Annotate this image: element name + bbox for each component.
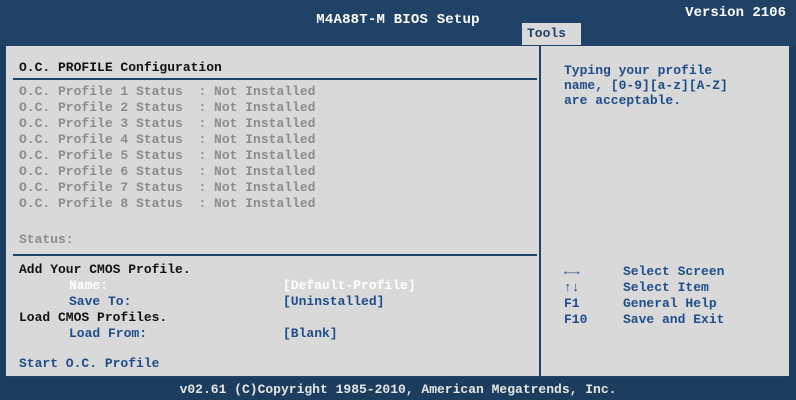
section-separator bbox=[13, 78, 537, 80]
profile-5-status: O.C. Profile 5 Status : Not Installed bbox=[19, 148, 316, 163]
load-from-value[interactable]: [Blank] bbox=[283, 326, 338, 342]
add-profile-heading: Add Your CMOS Profile. bbox=[19, 262, 191, 277]
up-down-arrow-key: ↑↓ bbox=[564, 280, 580, 295]
help-description: Typing your profile name, [0-9][a-z][A-Z… bbox=[564, 63, 728, 108]
tab-tools[interactable]: Tools bbox=[522, 23, 581, 45]
f1-key: F1 bbox=[564, 296, 580, 311]
f10-key: F10 bbox=[564, 312, 588, 327]
load-profiles-heading: Load CMOS Profiles. bbox=[19, 310, 168, 325]
bios-screen: M4A88T-M BIOS Setup Version 2106 Tools O… bbox=[0, 0, 796, 400]
copyright-text: v02.61 (C)Copyright 1985-2010, American … bbox=[179, 382, 617, 397]
profile-8-status: O.C. Profile 8 Status : Not Installed bbox=[19, 196, 316, 211]
left-right-arrow-key: ←→ bbox=[564, 264, 580, 279]
profile-3-status: O.C. Profile 3 Status : Not Installed bbox=[19, 116, 316, 131]
profile-2-status: O.C. Profile 2 Status : Not Installed bbox=[19, 100, 316, 115]
profile-1-status: O.C. Profile 1 Status : Not Installed bbox=[19, 84, 316, 99]
bios-title: M4A88T-M BIOS Setup bbox=[316, 12, 480, 28]
name-label: Name: bbox=[69, 278, 109, 293]
name-value[interactable]: [Default-Profile] bbox=[283, 278, 416, 294]
section-title: O.C. PROFILE Configuration bbox=[19, 60, 222, 75]
version-label: Version 2106 bbox=[685, 5, 786, 21]
profile-4-status: O.C. Profile 4 Status : Not Installed bbox=[19, 132, 316, 147]
key-general-help: F1 General Help bbox=[564, 296, 717, 311]
save-to-label: Save To: bbox=[69, 294, 132, 309]
main-panel: O.C. PROFILE Configuration O.C. Profile … bbox=[5, 45, 790, 377]
status-separator bbox=[13, 254, 537, 256]
footer-bar: v02.61 (C)Copyright 1985-2010, American … bbox=[0, 377, 796, 400]
panel-divider bbox=[539, 46, 541, 376]
start-oc-profile-item[interactable]: Start O.C. Profile bbox=[19, 356, 159, 372]
save-to-value[interactable]: [Uninstalled] bbox=[283, 294, 384, 310]
profile-6-status: O.C. Profile 6 Status : Not Installed bbox=[19, 164, 316, 179]
title-bar: M4A88T-M BIOS Setup Version 2106 Tools bbox=[0, 0, 796, 45]
key-select-screen: ←→ Select Screen bbox=[564, 264, 725, 279]
key-save-and-exit: F10 Save and Exit bbox=[564, 312, 725, 327]
key-select-item: ↑↓ Select Item bbox=[564, 280, 709, 295]
profile-7-status: O.C. Profile 7 Status : Not Installed bbox=[19, 180, 316, 195]
status-label: Status: bbox=[19, 232, 74, 247]
load-from-label: Load From: bbox=[69, 326, 148, 341]
